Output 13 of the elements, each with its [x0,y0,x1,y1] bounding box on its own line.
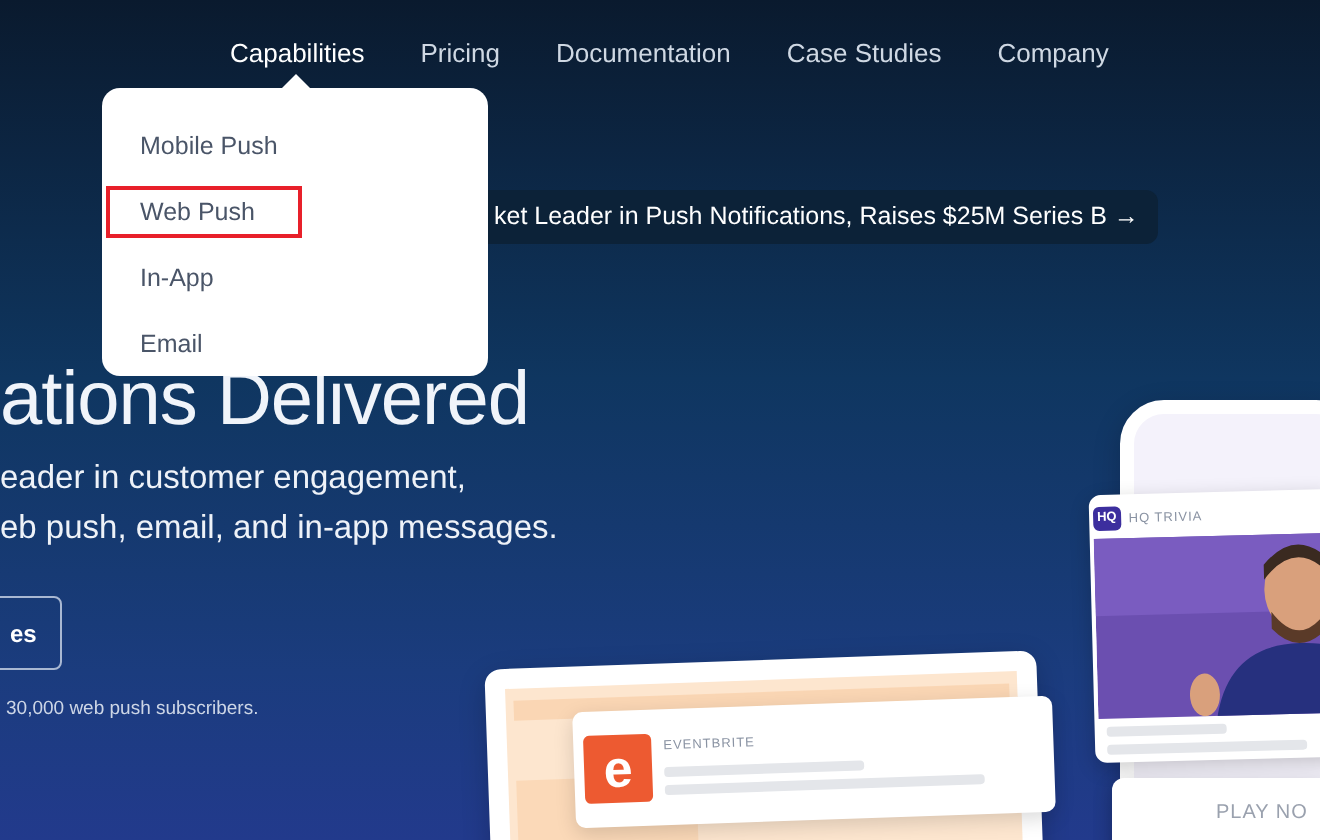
menu-item[interactable]: Web Push [106,186,303,238]
hero-text: eb push, email, and in-app messages. [0,508,558,550]
nav-link[interactable]: Documentation [555,38,731,86]
menu-item[interactable]: Mobile Push [106,120,302,172]
nav-link[interactable]: Company [997,38,1109,86]
nav-link[interactable]: Capabilities [230,38,365,86]
nav-link[interactable]: Case Studies [786,38,942,86]
cta-button[interactable]: es [0,596,63,670]
caption-text: 30,000 web push subscribers. [6,698,261,720]
hero-text: eader in customer engagement, [0,458,466,500]
menu-item[interactable]: In-App [106,252,238,304]
app-logo: e [582,733,654,804]
nav-link[interactable]: Pricing [420,38,500,86]
